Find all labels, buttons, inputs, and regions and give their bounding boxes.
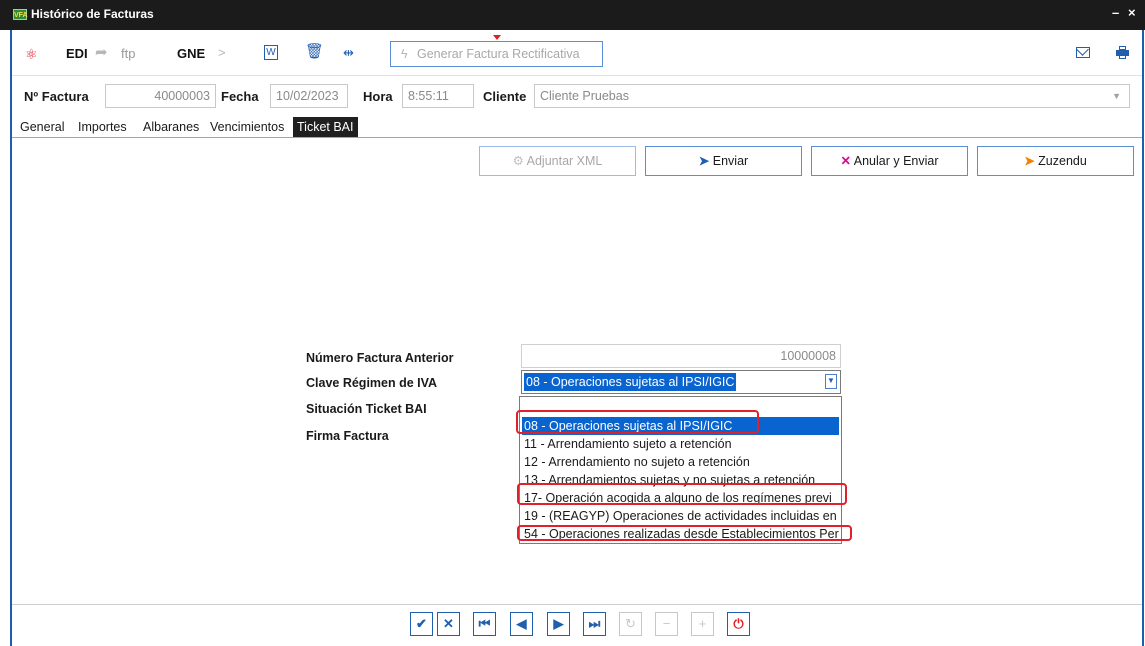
gear-icon: ⚙ (512, 154, 524, 168)
tab-vencimientos[interactable]: Vencimientos (206, 117, 288, 137)
dropdown-indicator-icon (493, 35, 501, 40)
dropdown-option-11[interactable]: 11 - Arrendamiento sujeto a retención (522, 435, 839, 453)
delete-record-button[interactable]: − (655, 612, 678, 636)
ftp-button[interactable]: ftp (121, 46, 135, 62)
dropdown-option-12[interactable]: 12 - Arrendamiento no sujeto a retención (522, 453, 839, 471)
numero-factura-anterior-label: Número Factura Anterior (306, 351, 454, 365)
mail-icon[interactable] (1076, 43, 1090, 58)
code-icon[interactable]: ⇹ (343, 45, 354, 61)
arrow-right-icon: ➤ (698, 154, 710, 168)
bottom-separator (12, 604, 1142, 605)
next-record-button[interactable]: ▶ (547, 612, 570, 636)
title-bar (0, 0, 1145, 30)
adjuntar-xml-label: Adjuntar XML (526, 154, 603, 168)
chevron-down-icon[interactable]: ▼ (825, 374, 837, 389)
lightning-icon: ϟ (401, 47, 408, 61)
first-record-button[interactable]: ⏮ (473, 612, 496, 636)
highlight-option-08 (516, 410, 759, 434)
arrow-right-icon: ➤ (1024, 154, 1035, 168)
firma-factura-label: Firma Factura (306, 429, 389, 443)
power-icon[interactable]: ⏻ (727, 612, 750, 636)
tab-importes[interactable]: Importes (74, 117, 131, 137)
last-record-button[interactable]: ⏭ (583, 612, 606, 636)
confirm-button[interactable]: ✔ (410, 612, 433, 636)
cliente-label: Cliente (483, 89, 527, 104)
zuzendu-label: Zuzendu (1038, 154, 1087, 168)
generate-rectificativa-button[interactable]: ϟ Generar Factura Rectificativa (390, 41, 603, 67)
edi-button[interactable]: EDI (66, 46, 88, 62)
export-icon[interactable]: ➦ (95, 45, 108, 61)
hora-field[interactable]: 8:55:11 (402, 84, 474, 108)
highlight-option-54 (517, 525, 852, 541)
cliente-field[interactable]: Cliente Pruebas ▼ (534, 84, 1130, 108)
dropdown-option-19[interactable]: 19 - (REAGYP) Operaciones de actividades… (522, 507, 839, 525)
word-icon[interactable]: W (264, 45, 278, 60)
situacion-ticket-label: Situación Ticket BAI (306, 402, 427, 416)
clave-regimen-value: 08 - Operaciones sujetas al IPSI/IGIC (524, 373, 737, 391)
print-icon[interactable] (1116, 46, 1129, 59)
send-icon[interactable]: > (218, 45, 226, 61)
clave-regimen-select[interactable]: 08 - Operaciones sujetas al IPSI/IGIC ▼ (521, 370, 841, 394)
adjuntar-xml-button[interactable]: ⚙ Adjuntar XML (479, 146, 636, 176)
anular-enviar-label: Anular y Enviar (853, 154, 939, 168)
enviar-button[interactable]: ➤ Enviar (645, 146, 802, 176)
add-record-button[interactable]: + (691, 612, 714, 636)
window-frame-left (10, 30, 12, 646)
window-frame-right (1142, 30, 1144, 646)
tab-general[interactable]: General (16, 117, 68, 137)
hora-label: Hora (363, 89, 393, 104)
cancel-button[interactable]: ✕ (437, 612, 460, 636)
close-button[interactable]: × (1128, 5, 1136, 20)
generate-rectificativa-label: Generar Factura Rectificativa (417, 47, 580, 61)
toolbar-separator (12, 75, 1142, 76)
cliente-value: Cliente Pruebas (540, 89, 629, 103)
window-title: Histórico de Facturas (31, 7, 154, 21)
fecha-label: Fecha (221, 89, 259, 104)
factura-field[interactable]: 40000003 (105, 84, 216, 108)
app-logo-icon: VFA (13, 9, 28, 20)
trash-icon[interactable]: 🗑 (305, 44, 324, 60)
tab-underline (12, 137, 1142, 138)
refresh-button[interactable]: ↻ (619, 612, 642, 636)
previous-record-button[interactable]: ◀ (510, 612, 533, 636)
gne-button[interactable]: GNE (177, 46, 205, 62)
highlight-option-17 (517, 483, 847, 505)
numero-factura-anterior-field[interactable]: 10000008 (521, 344, 841, 368)
factura-label: Nº Factura (24, 89, 89, 104)
fecha-field[interactable]: 10/02/2023 (270, 84, 348, 108)
tab-ticket-bai[interactable]: Ticket BAI (293, 117, 358, 137)
atom-icon[interactable]: ⚛ (25, 46, 38, 62)
tab-albaranes[interactable]: Albaranes (139, 117, 203, 137)
minimize-button[interactable]: – (1112, 5, 1119, 20)
anular-enviar-button[interactable]: ✕ Anular y Enviar (811, 146, 968, 176)
chevron-down-icon: ▼ (1112, 91, 1121, 101)
enviar-label: Enviar (712, 154, 749, 168)
clave-regimen-label: Clave Régimen de IVA (306, 376, 438, 390)
x-icon: ✕ (840, 154, 851, 168)
zuzendu-button[interactable]: ➤ Zuzendu (977, 146, 1134, 176)
